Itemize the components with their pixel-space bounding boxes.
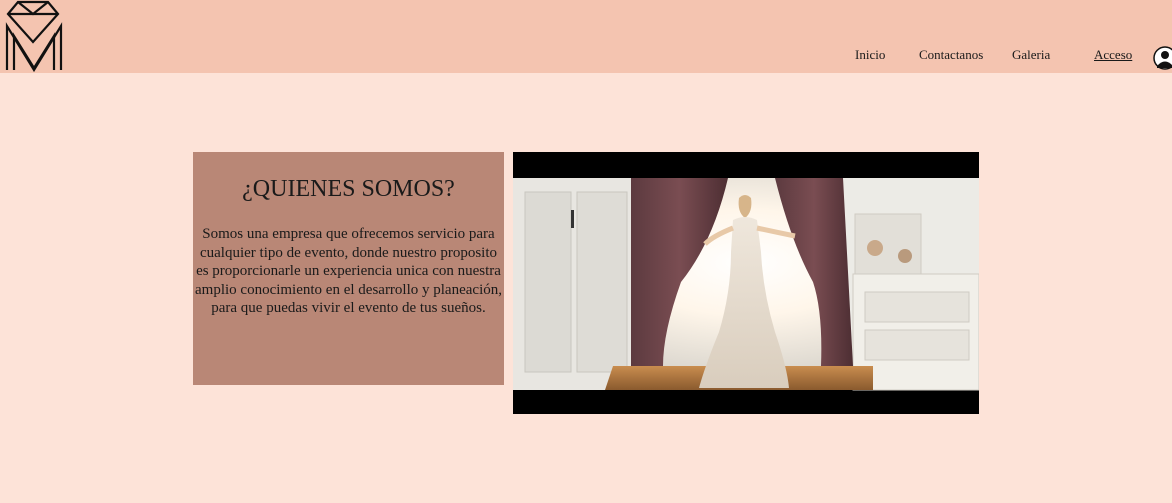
nav-contactanos[interactable]: Contactanos <box>919 47 983 63</box>
diamond-monogram-logo-icon[interactable] <box>4 0 64 72</box>
about-title: ¿QUIENES SOMOS? <box>242 176 455 202</box>
nav-acceso[interactable]: Acceso <box>1094 47 1132 63</box>
about-us-card: ¿QUIENES SOMOS? Somos una empresa que of… <box>193 152 504 385</box>
nav-galeria[interactable]: Galeria <box>1012 47 1050 63</box>
wedding-photo <box>513 152 979 414</box>
site-header: Inicio Contactanos Galeria Acceso <box>0 0 1172 73</box>
nav-inicio[interactable]: Inicio <box>855 47 885 63</box>
user-avatar-icon[interactable] <box>1153 45 1172 71</box>
about-description: Somos una empresa que ofrecemos servicio… <box>195 226 502 317</box>
bride-photo-image <box>513 152 979 414</box>
